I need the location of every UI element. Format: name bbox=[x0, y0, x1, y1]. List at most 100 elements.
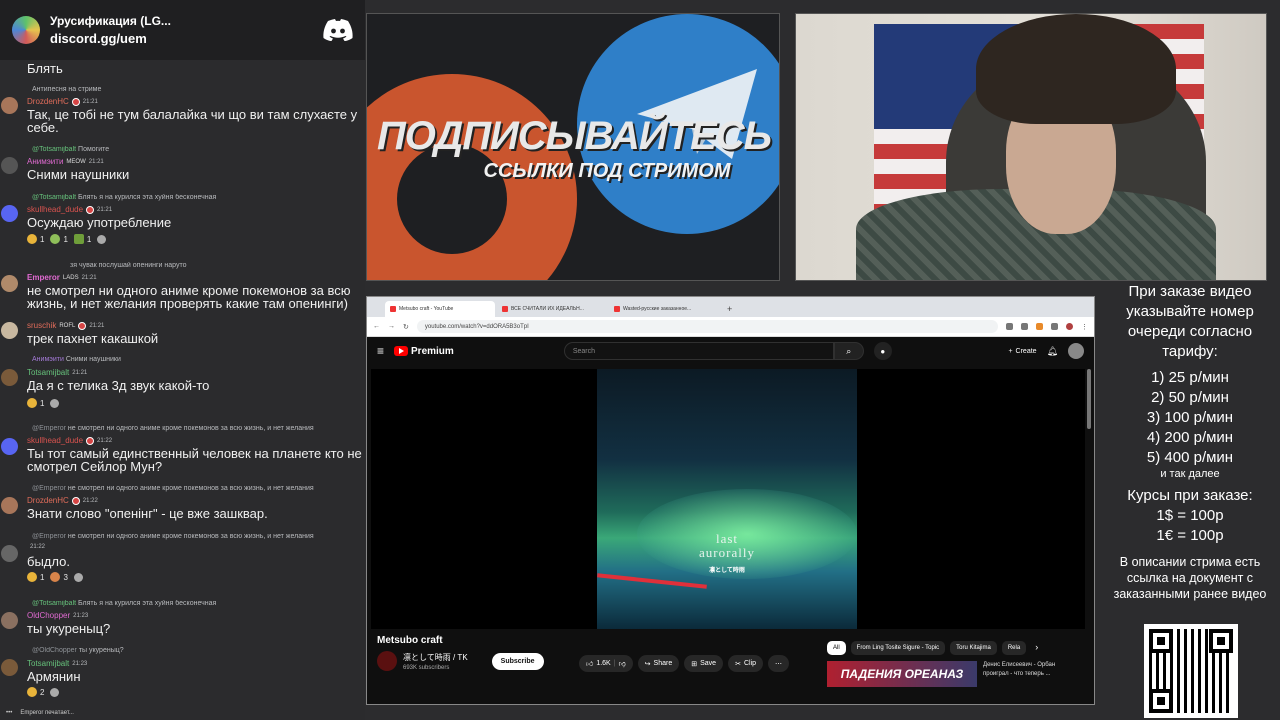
username[interactable]: Totsamijbalt bbox=[27, 659, 69, 668]
video-player[interactable]: last aurorally 凛として時雨 bbox=[371, 369, 1085, 629]
reply-preview[interactable]: @Totsamijbalt Блять я на курился эта хуй… bbox=[32, 600, 362, 607]
reply-preview[interactable]: @OldChopper ты укурeныц? bbox=[32, 647, 362, 654]
notifications-bell-icon[interactable]: 🔔︎ bbox=[1047, 346, 1058, 357]
avatar[interactable] bbox=[1, 497, 18, 514]
username[interactable]: Totsamijbalt bbox=[27, 368, 69, 377]
scrollbar[interactable] bbox=[1087, 369, 1091, 429]
more-actions-icon[interactable]: ⋯ bbox=[768, 655, 790, 672]
username[interactable]: skullhead_dude bbox=[27, 436, 83, 445]
chip[interactable]: Rela bbox=[1001, 641, 1027, 655]
add-reaction-icon[interactable] bbox=[50, 687, 60, 697]
avatar[interactable] bbox=[1, 545, 18, 562]
username[interactable]: OldChopper bbox=[27, 611, 70, 620]
share-button[interactable]: ↪ Share bbox=[637, 655, 680, 672]
avatar[interactable] bbox=[1, 659, 18, 676]
discord-avatar-icon[interactable] bbox=[1, 205, 18, 222]
add-reaction-icon[interactable] bbox=[50, 398, 60, 408]
reply-preview[interactable]: @Emperor не смотрел ни одного аниме кром… bbox=[32, 485, 362, 492]
message-meta: DrozdenHC 21:22 bbox=[27, 496, 98, 505]
reaction[interactable]: 1 bbox=[27, 398, 44, 408]
search-input[interactable]: Search bbox=[563, 342, 834, 360]
new-tab-icon[interactable]: + bbox=[721, 304, 738, 317]
username[interactable]: sruschik bbox=[27, 321, 56, 330]
extension-icon[interactable] bbox=[1006, 323, 1013, 330]
clip-button[interactable]: ✂ Clip bbox=[728, 655, 764, 672]
chip[interactable]: Toru Kitajima bbox=[950, 641, 997, 655]
username[interactable]: skullhead_dude bbox=[27, 205, 83, 214]
username[interactable]: Анимэити bbox=[27, 157, 63, 166]
reply-preview[interactable]: Антипесня на стриме bbox=[32, 86, 362, 93]
extension-icon[interactable] bbox=[1036, 323, 1043, 330]
server-invite-link[interactable]: discord.gg/uem bbox=[50, 31, 323, 46]
avatar[interactable] bbox=[1, 275, 18, 292]
subscriber-count: 693K subscribers bbox=[403, 664, 450, 671]
reply-user: @Totsamijbalt bbox=[32, 146, 77, 153]
recommended-video[interactable]: ПАДЕНИЯ ОРЕАНАЗ Денис Елисеевич - Орбан … bbox=[827, 661, 1087, 687]
timestamp: 21:23 bbox=[73, 612, 89, 619]
reply-preview[interactable]: Анимэити Сними наушники bbox=[32, 356, 362, 363]
add-reaction-icon[interactable] bbox=[97, 234, 107, 244]
tariff-etc: и так далее bbox=[1160, 468, 1220, 480]
microphone-icon[interactable]: ● bbox=[873, 342, 892, 360]
qr-finder bbox=[1149, 689, 1173, 713]
youtube-logo[interactable]: Premium bbox=[394, 346, 454, 357]
chip-all[interactable]: All bbox=[827, 641, 846, 655]
profile-icon[interactable] bbox=[1066, 323, 1073, 330]
menu-dots-icon[interactable]: ⋮ bbox=[1081, 323, 1088, 331]
video-actions: 👍︎ 1.6K | 👎︎ ↪ Share ⊞ Save ✂ Clip ⋯ bbox=[579, 655, 790, 672]
thumbs-down-icon[interactable]: 👎︎ bbox=[619, 659, 626, 668]
hamburger-menu-icon[interactable]: ≡ bbox=[377, 344, 384, 358]
qr-code bbox=[1144, 624, 1238, 718]
channel-name[interactable]: 凛として時雨 / TK bbox=[403, 652, 468, 663]
reply-preview[interactable]: @Totsamijbalt Помогите bbox=[32, 146, 362, 153]
like-button[interactable]: 👍︎ 1.6K | 👎︎ bbox=[579, 655, 633, 672]
reaction[interactable]: 2 bbox=[27, 687, 44, 697]
chip[interactable]: From Ling Tosite Sigure - Topic bbox=[850, 641, 946, 655]
reaction-count: 1 bbox=[40, 572, 45, 582]
reload-icon[interactable]: ↻ bbox=[403, 323, 409, 331]
avatar[interactable] bbox=[1, 157, 18, 174]
message-meta: sruschik ROFL 21:21 bbox=[27, 321, 104, 330]
username[interactable]: DrozdenHC bbox=[27, 97, 69, 106]
webcam-feed bbox=[795, 13, 1267, 281]
username[interactable]: DrozdenHC bbox=[27, 496, 69, 505]
reaction[interactable]: 1 bbox=[27, 234, 44, 244]
forward-icon[interactable]: → bbox=[388, 323, 395, 330]
video-thumbnail[interactable]: ПАДЕНИЯ ОРЕАНАЗ bbox=[827, 661, 977, 687]
reply-preview[interactable]: @Totsamijbalt Блять я на курился эта хуй… bbox=[32, 194, 362, 201]
extension-icon[interactable] bbox=[1051, 323, 1058, 330]
avatar[interactable] bbox=[1, 612, 18, 629]
reaction[interactable]: 1 bbox=[73, 234, 91, 244]
reaction[interactable]: 1 bbox=[27, 572, 44, 582]
reactions: 2 bbox=[27, 687, 60, 697]
avatar[interactable] bbox=[1, 97, 18, 114]
reply-text: Сними наушники bbox=[65, 356, 121, 363]
avatar[interactable] bbox=[1, 369, 18, 386]
reply-preview[interactable]: зя чувак послушай опенинги наруто bbox=[32, 262, 362, 269]
browser-tab[interactable]: Metsubo craft - YouTube bbox=[385, 301, 495, 317]
discord-avatar-icon[interactable] bbox=[1, 438, 18, 455]
reply-preview[interactable]: @Emperor не смотрел ни одного аниме кром… bbox=[32, 425, 362, 432]
chevron-right-icon[interactable]: › bbox=[1031, 641, 1042, 655]
album-art: last aurorally 凛として時雨 bbox=[597, 369, 857, 629]
add-reaction-icon[interactable] bbox=[73, 572, 83, 582]
save-button[interactable]: ⊞ Save bbox=[684, 655, 724, 672]
tab-title: ВСЕ СЧИТАЛИ ИХ ИДЕАЛЬН... bbox=[511, 306, 584, 312]
channel-avatar[interactable] bbox=[377, 651, 397, 671]
subscribe-button[interactable]: Subscribe bbox=[491, 652, 544, 670]
url-field[interactable]: youtube.com/watch?v=ddORA5B3oTpI bbox=[416, 320, 998, 333]
reaction[interactable]: 1 bbox=[50, 234, 68, 244]
video-title: Metsubo craft bbox=[377, 635, 443, 646]
back-icon[interactable]: ← bbox=[373, 323, 380, 330]
avatar[interactable] bbox=[1, 322, 18, 339]
account-avatar[interactable] bbox=[1068, 343, 1084, 359]
recommended-title[interactable]: Денис Елисеевич - Орбан проиграл - что т… bbox=[983, 661, 1075, 687]
username[interactable]: Emperor bbox=[27, 273, 60, 282]
reply-preview[interactable]: @Emperor не смотрел ни одного аниме кром… bbox=[32, 533, 362, 540]
browser-tab[interactable]: Wasted-русские заказанное... bbox=[609, 301, 719, 317]
browser-tab[interactable]: ВСЕ СЧИТАЛИ ИХ ИДЕАЛЬН... bbox=[497, 301, 607, 317]
search-icon[interactable]: ⌕ bbox=[833, 342, 864, 360]
create-button[interactable]: + Create bbox=[1008, 348, 1036, 355]
extension-icon[interactable] bbox=[1021, 323, 1028, 330]
reaction[interactable]: 3 bbox=[50, 572, 68, 582]
